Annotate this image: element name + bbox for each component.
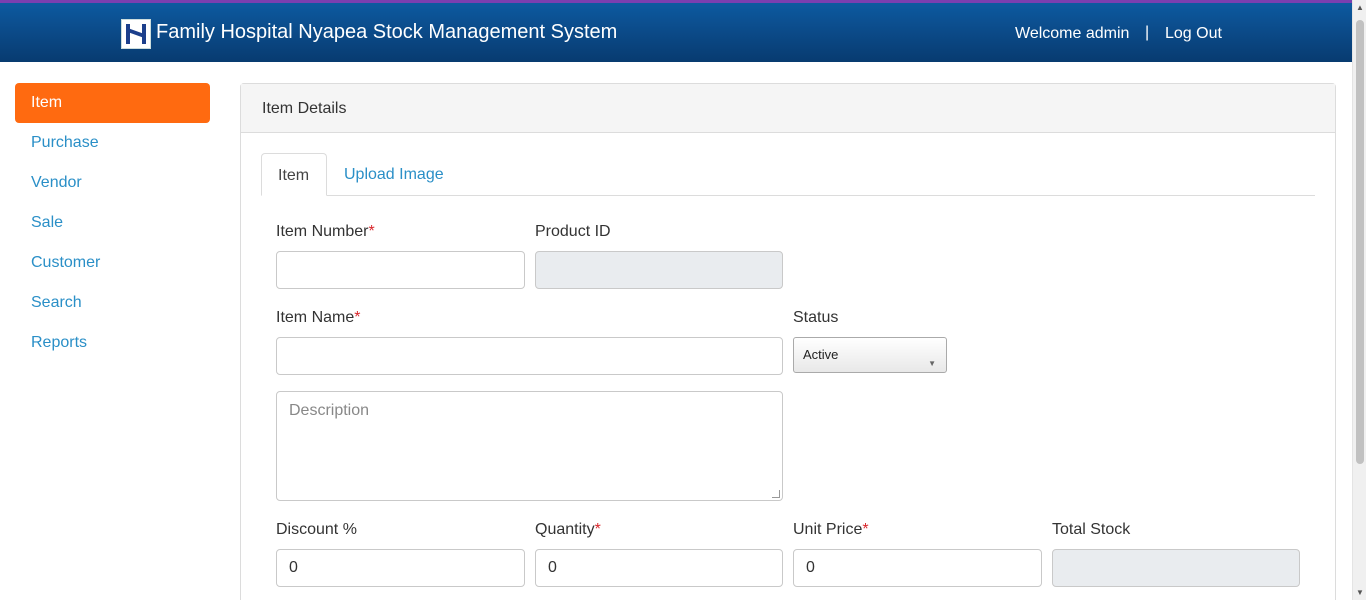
hospital-logo-icon	[121, 19, 151, 49]
item-name-label: Item Name*	[276, 309, 361, 326]
product-id-input	[535, 251, 783, 289]
tab-upload-image[interactable]: Upload Image	[328, 153, 460, 196]
app-title[interactable]: Family Hospital Nyapea Stock Management …	[156, 21, 617, 44]
status-select[interactable]: Active ▼	[793, 337, 947, 373]
item-name-input[interactable]	[276, 337, 783, 375]
unit-price-label: Unit Price*	[793, 521, 869, 538]
status-selected-value: Active	[803, 347, 839, 362]
discount-input[interactable]: 0	[276, 549, 525, 587]
total-stock-input	[1052, 549, 1300, 587]
header-separator: |	[1145, 24, 1150, 41]
sidebar-item-search[interactable]: Search	[15, 283, 210, 323]
sidebar-item-purchase[interactable]: Purchase	[15, 123, 210, 163]
page-scrollbar[interactable]: ▲ ▼	[1352, 0, 1366, 600]
sidebar-nav: Item Purchase Vendor Sale Customer Searc…	[15, 83, 210, 363]
resize-handle-icon[interactable]	[772, 490, 780, 498]
total-stock-label: Total Stock	[1052, 521, 1131, 538]
item-number-label: Item Number*	[276, 223, 375, 240]
description-placeholder: Description	[289, 402, 370, 419]
welcome-text: Welcome admin	[1015, 25, 1130, 42]
sidebar-item-item[interactable]: Item	[15, 83, 210, 123]
scroll-down-arrow-icon[interactable]: ▼	[1356, 588, 1364, 597]
logout-link[interactable]: Log Out	[1165, 25, 1222, 43]
description-textarea[interactable]: Description	[276, 391, 783, 501]
tab-item[interactable]: Item	[261, 153, 327, 196]
scroll-up-arrow-icon[interactable]: ▲	[1356, 3, 1364, 12]
sidebar-item-reports[interactable]: Reports	[15, 323, 210, 363]
sidebar-item-vendor[interactable]: Vendor	[15, 163, 210, 203]
product-id-label: Product ID	[535, 223, 611, 240]
top-navbar: Family Hospital Nyapea Stock Management …	[0, 0, 1352, 62]
panel-heading: Item Details	[241, 84, 1335, 133]
quantity-input[interactable]: 0	[535, 549, 783, 587]
sidebar-item-sale[interactable]: Sale	[15, 203, 210, 243]
quantity-label: Quantity*	[535, 521, 601, 538]
unit-price-input[interactable]: 0	[793, 549, 1042, 587]
item-number-input[interactable]	[276, 251, 525, 289]
tab-bar: Item Upload Image	[261, 153, 1315, 196]
scrollbar-thumb[interactable]	[1356, 20, 1364, 464]
status-label: Status	[793, 309, 839, 326]
discount-label: Discount %	[276, 521, 357, 538]
sidebar-item-customer[interactable]: Customer	[15, 243, 210, 283]
item-details-panel: Item Details Item Upload Image Item Numb…	[240, 83, 1336, 600]
dropdown-caret-icon: ▼	[928, 359, 936, 368]
